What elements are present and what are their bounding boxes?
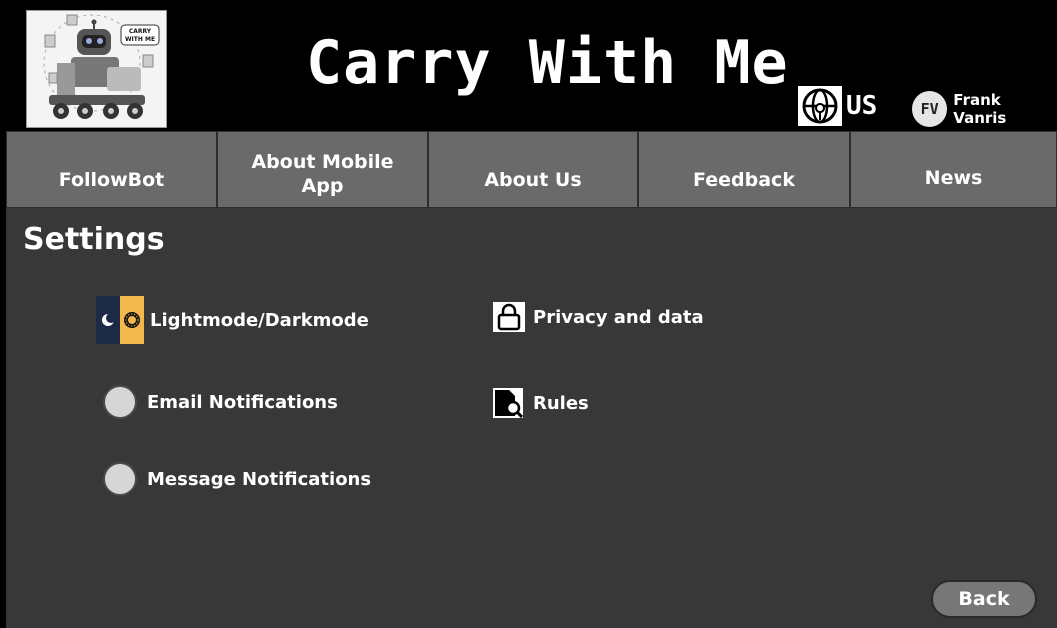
- back-button[interactable]: Back: [931, 580, 1037, 618]
- header: CARRY WITH ME Carry With Me US FV Frank …: [6, 6, 1057, 131]
- app-title: Carry With Me: [306, 28, 789, 98]
- privacy-and-data-link[interactable]: Privacy and data: [493, 302, 704, 332]
- nav-item-label: About Us: [484, 169, 582, 192]
- theme-toggle-label: Lightmode/Darkmode: [150, 309, 369, 331]
- rules-label: Rules: [533, 392, 589, 414]
- app-logo[interactable]: CARRY WITH ME: [26, 10, 167, 128]
- nav-item-about-us[interactable]: About Us: [428, 131, 638, 208]
- locale-selector[interactable]: US: [798, 86, 877, 126]
- user-profile[interactable]: FV Frank Vanris: [912, 91, 1057, 127]
- document-search-icon: [493, 388, 523, 418]
- settings-panel: Settings Lightmode/Darkmode Email Notifi…: [6, 208, 1057, 628]
- nav-item-label: Feedback: [693, 169, 795, 192]
- message-notifications-radio[interactable]: [103, 462, 137, 496]
- nav-item-about-mobile-app[interactable]: About Mobile App: [217, 131, 428, 208]
- message-notifications-label: Message Notifications: [147, 468, 372, 490]
- moon-sun-icon: [96, 296, 144, 344]
- svg-text:CARRY: CARRY: [129, 28, 152, 35]
- page-title: Settings: [23, 222, 165, 257]
- app-frame: CARRY WITH ME Carry With Me US FV Frank …: [0, 0, 1057, 628]
- email-notifications-radio[interactable]: [103, 385, 137, 419]
- nav-item-followbot[interactable]: FollowBot: [6, 131, 217, 208]
- globe-icon: [798, 86, 842, 126]
- rules-link[interactable]: Rules: [493, 388, 589, 418]
- nav-item-label: About Mobile App: [251, 150, 394, 198]
- nav-item-news[interactable]: News: [850, 131, 1057, 208]
- locale-label: US: [846, 91, 878, 121]
- theme-toggle[interactable]: Lightmode/Darkmode: [96, 296, 369, 344]
- sun-icon: [124, 312, 140, 328]
- user-name: Frank Vanris: [953, 91, 1007, 127]
- main-nav: FollowBot About Mobile App About Us Feed…: [6, 131, 1057, 208]
- privacy-and-data-label: Privacy and data: [533, 306, 704, 328]
- message-notifications-option[interactable]: Message Notifications: [103, 462, 371, 496]
- nav-item-label: FollowBot: [58, 169, 165, 192]
- email-notifications-label: Email Notifications: [147, 391, 338, 413]
- moon-icon: [102, 313, 116, 326]
- lock-icon: [493, 302, 525, 332]
- email-notifications-option[interactable]: Email Notifications: [103, 385, 338, 419]
- svg-text:WITH ME: WITH ME: [125, 36, 155, 43]
- avatar: FV: [912, 91, 948, 127]
- nav-item-feedback[interactable]: Feedback: [638, 131, 850, 208]
- robot-logo-icon: CARRY WITH ME: [27, 11, 166, 127]
- nav-item-label: News: [924, 167, 983, 190]
